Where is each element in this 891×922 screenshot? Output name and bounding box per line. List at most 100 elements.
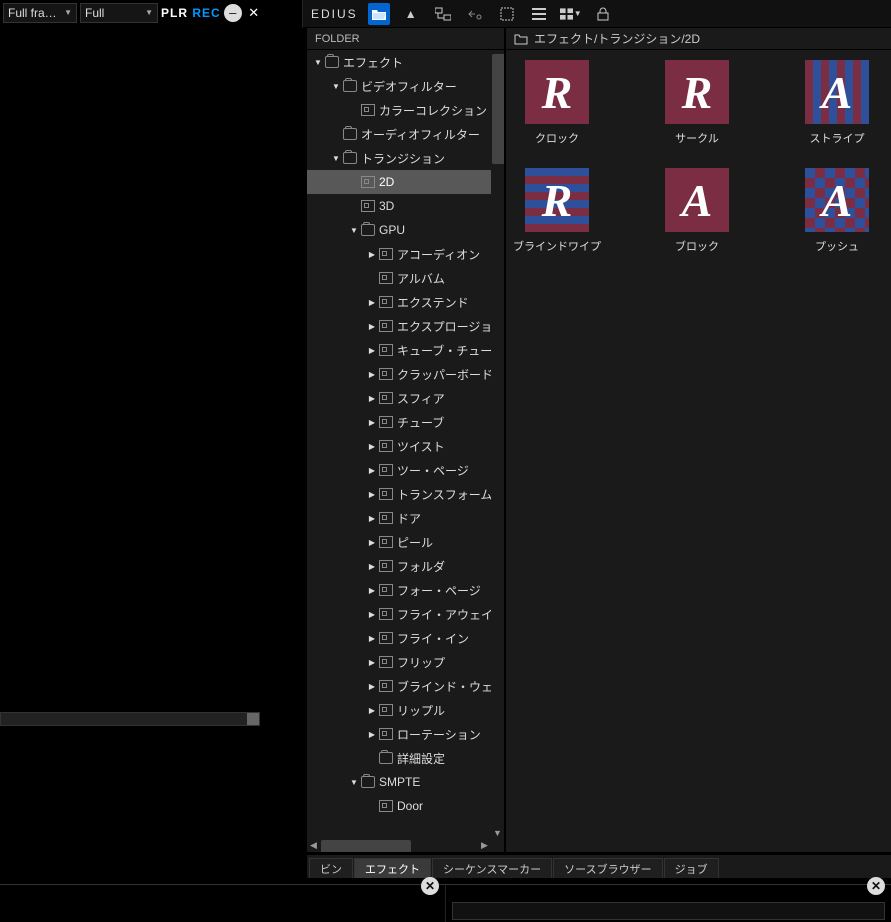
effect-item[interactable]: Aプッシュ: [792, 168, 882, 254]
disclosure-icon[interactable]: ▶: [367, 706, 377, 715]
disclosure-icon[interactable]: ▶: [367, 322, 377, 331]
minimize-button[interactable]: –: [224, 4, 242, 22]
panel-tab[interactable]: ビン: [309, 858, 353, 878]
disclosure-icon[interactable]: ▼: [331, 82, 341, 91]
folder-open-icon[interactable]: [368, 3, 390, 25]
disclosure-icon[interactable]: ▶: [367, 250, 377, 259]
tree-row[interactable]: ▼トランジション: [307, 146, 491, 170]
disclosure-icon[interactable]: ▼: [349, 778, 359, 787]
panel-tab[interactable]: シーケンスマーカー: [432, 858, 552, 878]
tree-row[interactable]: ▶アコーディオン: [307, 242, 491, 266]
panel-tab[interactable]: ジョブ: [664, 858, 719, 878]
disclosure-icon[interactable]: ▶: [367, 418, 377, 427]
disclosure-icon[interactable]: ▼: [331, 154, 341, 163]
effect-item[interactable]: Aブロック: [652, 168, 742, 254]
tree-row[interactable]: ▶ローテーション: [307, 722, 491, 746]
disclosure-icon[interactable]: ▶: [367, 562, 377, 571]
folder-tree[interactable]: ▼エフェクト▼ビデオフィルターカラーコレクションオーディオフィルター▼トランジシ…: [307, 50, 491, 852]
tree-row[interactable]: ▶ピール: [307, 530, 491, 554]
disclosure-icon[interactable]: ▶: [367, 370, 377, 379]
scrollbar-thumb[interactable]: [492, 54, 504, 164]
tree-row[interactable]: ▶エクスプロージョン: [307, 314, 491, 338]
list-view-icon[interactable]: [528, 3, 550, 25]
disclosure-icon[interactable]: ▶: [367, 538, 377, 547]
close-button[interactable]: ✕: [245, 4, 263, 22]
scroll-right-arrow[interactable]: ▶: [478, 839, 491, 852]
grid-view-icon[interactable]: ▼: [560, 3, 582, 25]
tree-row[interactable]: オーディオフィルター: [307, 122, 491, 146]
panel-tab[interactable]: エフェクト: [354, 858, 431, 878]
tree-row[interactable]: カラーコレクション: [307, 98, 491, 122]
disclosure-icon[interactable]: ▶: [367, 730, 377, 739]
tree-row[interactable]: ▶ チューブ: [307, 410, 491, 434]
close-icon[interactable]: ✕: [867, 877, 885, 895]
folder-tree-icon[interactable]: [432, 3, 454, 25]
effect-item[interactable]: Aストライプ: [792, 60, 882, 146]
tree-row[interactable]: ▶フリップ: [307, 650, 491, 674]
tree-label: クラッパーボード: [397, 366, 491, 383]
preset-icon: [379, 680, 393, 692]
tree-row[interactable]: ▶リップル: [307, 698, 491, 722]
tree-row[interactable]: ▶ クラッパーボード: [307, 362, 491, 386]
effect-item[interactable]: Rサークル: [652, 60, 742, 146]
folder-panel: FOLDER ▼エフェクト▼ビデオフィルターカラーコレクションオーディオフィルタ…: [307, 28, 505, 852]
disclosure-icon[interactable]: ▶: [367, 394, 377, 403]
scroll-down-arrow[interactable]: ▼: [491, 826, 504, 839]
preset-icon: [361, 200, 375, 212]
tree-row[interactable]: アルバム: [307, 266, 491, 290]
frame-mode-dropdown[interactable]: Full fra…▼: [3, 3, 77, 23]
disclosure-icon[interactable]: ▼: [313, 58, 323, 67]
dock-input[interactable]: [452, 902, 885, 920]
refresh-icon[interactable]: [496, 3, 518, 25]
tree-row[interactable]: ▶ツイスト: [307, 434, 491, 458]
tree-row[interactable]: ▼GPU: [307, 218, 491, 242]
tree-row[interactable]: ▶ブラインド・ウェーブ: [307, 674, 491, 698]
tree-row[interactable]: ▶ドア: [307, 506, 491, 530]
tree-row[interactable]: ▶キューブ・チューブ: [307, 338, 491, 362]
disclosure-icon[interactable]: ▼: [349, 226, 359, 235]
close-icon[interactable]: ✕: [421, 877, 439, 895]
quality-dropdown[interactable]: Full▼: [80, 3, 158, 23]
tree-row[interactable]: ▼SMPTE: [307, 770, 491, 794]
tree-row[interactable]: Door: [307, 794, 491, 818]
preview-slider[interactable]: [0, 712, 260, 726]
vertical-scrollbar[interactable]: ▲ ▼: [491, 50, 504, 839]
tree-row[interactable]: ▶ ツー・ページ: [307, 458, 491, 482]
scroll-left-arrow[interactable]: ◀: [307, 839, 320, 852]
tree-label: チューブ: [397, 414, 444, 431]
folder-icon: [361, 776, 375, 788]
tree-row[interactable]: ▶フライ・アウェイ: [307, 602, 491, 626]
tree-row[interactable]: ▶トランスフォーム: [307, 482, 491, 506]
effect-item[interactable]: Rクロック: [512, 60, 602, 146]
tree-row[interactable]: ▶フォルダ: [307, 554, 491, 578]
lock-icon[interactable]: [592, 3, 614, 25]
tree-row[interactable]: ▼エフェクト: [307, 50, 491, 74]
disclosure-icon[interactable]: ▶: [367, 682, 377, 691]
tree-row[interactable]: 3D: [307, 194, 491, 218]
tree-row[interactable]: ▶エクステンド: [307, 290, 491, 314]
slider-handle[interactable]: [247, 713, 259, 725]
tree-row[interactable]: ▶フライ・イン: [307, 626, 491, 650]
disclosure-icon[interactable]: ▶: [367, 346, 377, 355]
tree-row[interactable]: ▶スフィア: [307, 386, 491, 410]
disclosure-icon[interactable]: ▶: [367, 490, 377, 499]
tree-row[interactable]: ▶フォー・ページ: [307, 578, 491, 602]
disclosure-icon[interactable]: ▶: [367, 634, 377, 643]
up-icon[interactable]: ▲: [400, 3, 422, 25]
effect-settings-icon[interactable]: [464, 3, 486, 25]
disclosure-icon[interactable]: ▶: [367, 610, 377, 619]
panel-tab[interactable]: ソースブラウザー: [553, 858, 662, 878]
disclosure-icon[interactable]: ▶: [367, 586, 377, 595]
tree-row[interactable]: 詳細設定: [307, 746, 491, 770]
disclosure-icon[interactable]: ▶: [367, 466, 377, 475]
tree-row[interactable]: 2D: [307, 170, 491, 194]
horizontal-scrollbar[interactable]: ◀ ▶: [307, 839, 491, 852]
scrollbar-thumb[interactable]: [321, 840, 411, 852]
disclosure-icon[interactable]: ▶: [367, 442, 377, 451]
disclosure-icon[interactable]: ▶: [367, 658, 377, 667]
disclosure-icon[interactable]: ▶: [367, 298, 377, 307]
effect-item[interactable]: Rブラインドワイプ: [512, 168, 602, 254]
disclosure-icon[interactable]: ▶: [367, 514, 377, 523]
tree-label: ツー・ページ: [397, 462, 469, 479]
tree-row[interactable]: ▼ビデオフィルター: [307, 74, 491, 98]
